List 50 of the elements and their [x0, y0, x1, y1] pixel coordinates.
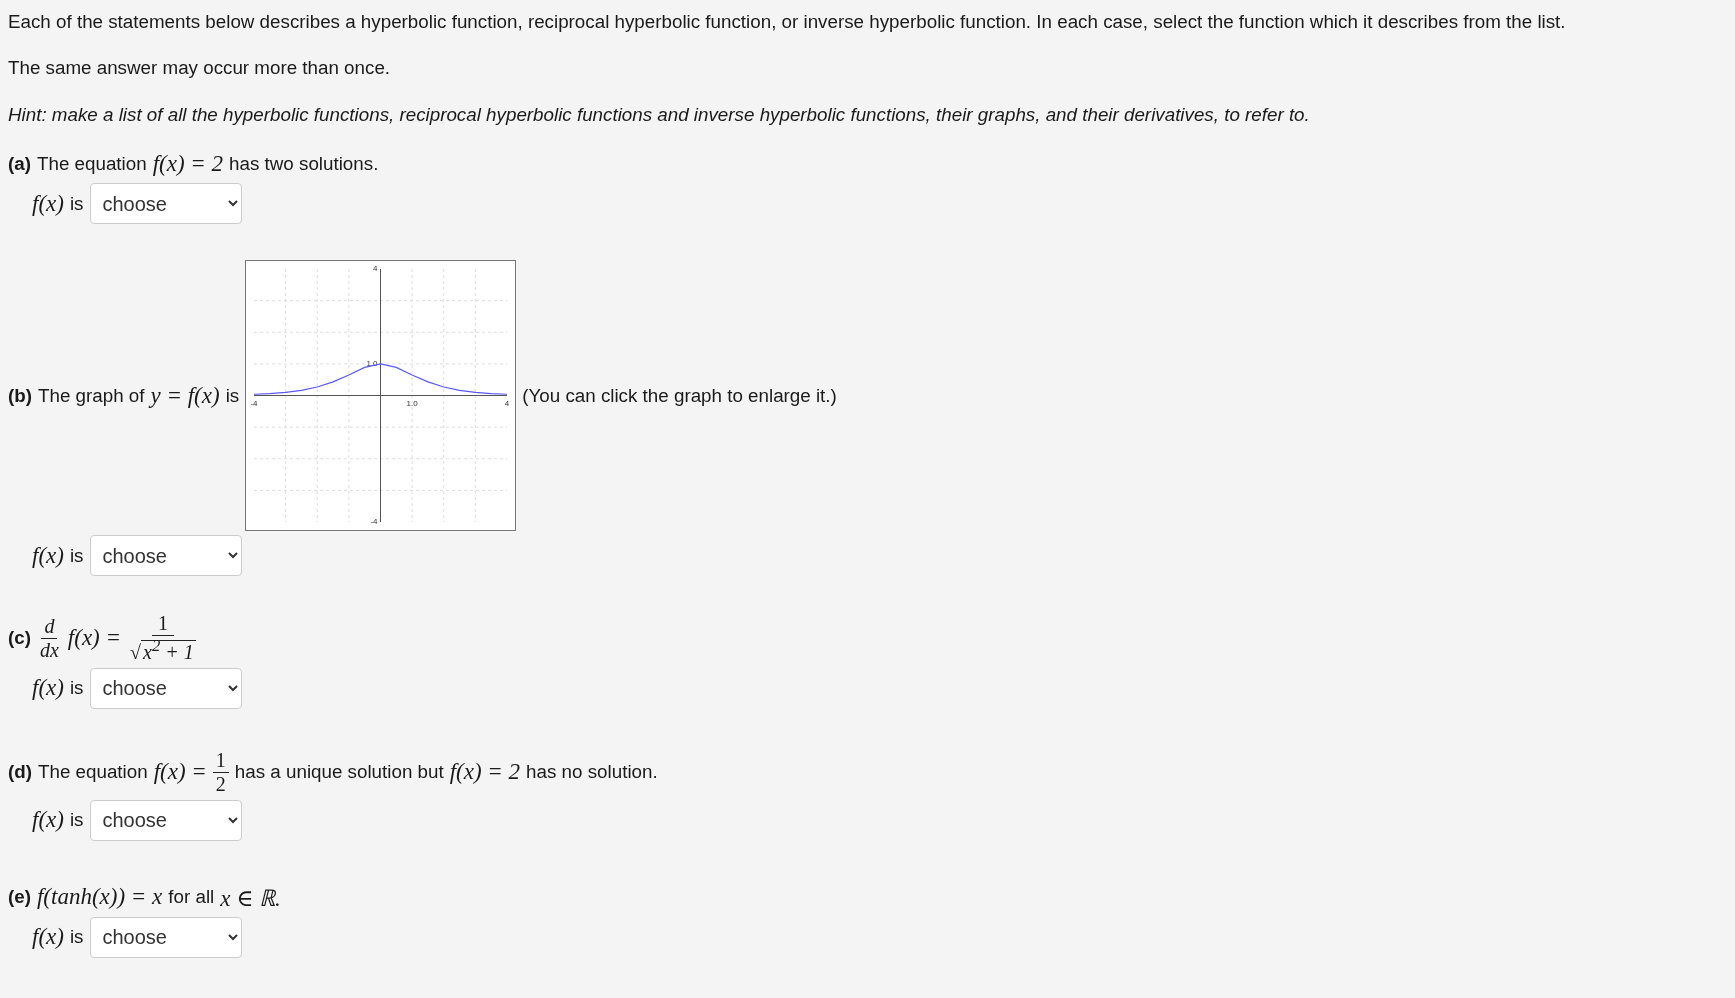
answer-text: is: [69, 192, 84, 215]
math-expression: y = f(x): [150, 382, 220, 409]
answer-text: is: [69, 809, 84, 832]
question-text: The equation: [36, 153, 147, 176]
math-fraction: 1 2: [212, 748, 229, 796]
hint-text: Hint: make a list of all the hyperbolic functions, reciprocal hyperbolic functions and inverse hyperbolic functions, their graphs, and their derivatives, to refer to.: [8, 102, 1311, 127]
tick-label: -4: [370, 517, 378, 527]
instruction-text: Each of the statements below describes a hyperbolic function, reciprocal hyperbolic function, or inverse hyperbolic function. In each case, select the function which it describes from the list.: [8, 10, 1567, 34]
answer-dropdown[interactable]: choose: [89, 916, 242, 958]
question-label: (a): [8, 153, 31, 176]
math-expression: f(tanh(x)) = x: [36, 883, 163, 910]
math-expression: f(x) = 2: [152, 151, 224, 178]
answer-text: is: [69, 677, 84, 700]
answer-dropdown[interactable]: choose: [89, 799, 242, 841]
answer-text: is: [69, 544, 84, 567]
math-expression: f(x) =: [67, 625, 122, 652]
math-expression: f(x): [32, 190, 64, 217]
question-text: (You can click the graph to enlarge it.): [522, 384, 837, 407]
question-text: is: [225, 384, 240, 407]
math-expression: f(x) = 2: [449, 759, 521, 786]
question-text: has a unique solution but: [234, 761, 444, 784]
math-expression: f(x): [32, 924, 64, 951]
tick-label: 4: [373, 264, 378, 274]
question-text: The equation: [38, 761, 148, 784]
question-label: (c): [8, 627, 31, 650]
question-text: for all: [168, 885, 215, 908]
tick-label: 1.0: [406, 398, 418, 408]
root-sign: √: [130, 640, 142, 663]
instruction-text: The same answer may occur more than once.: [8, 56, 392, 81]
answer-dropdown[interactable]: choose: [89, 183, 242, 225]
math-fraction: 1 √x$^{2}$ + 1: [129, 612, 197, 664]
math-expression: f(x): [32, 807, 64, 834]
question-text: has no solution.: [526, 761, 658, 784]
question-label: (b): [8, 384, 32, 407]
answer-dropdown[interactable]: choose: [89, 535, 242, 577]
tick-label: 4: [505, 398, 510, 408]
math-expression: f(x): [32, 675, 64, 702]
math-expression: f(x): [32, 542, 64, 569]
tick-label: -4: [250, 398, 258, 408]
math-expression: x ∈ ℝ.: [220, 884, 281, 913]
question-label: (e): [8, 885, 31, 908]
answer-dropdown[interactable]: choose: [89, 667, 242, 709]
question-label: (d): [8, 761, 32, 784]
answer-text: is: [69, 926, 84, 949]
math-fraction: d dx: [38, 614, 60, 662]
math-expression: f(x) =: [153, 759, 207, 786]
function-graph[interactable]: -4 1.0 4 -4 1.0 4: [245, 260, 517, 532]
question-text: has two solutions.: [229, 153, 379, 176]
question-text: The graph of: [38, 384, 145, 407]
tick-label: 1.0: [366, 359, 378, 369]
